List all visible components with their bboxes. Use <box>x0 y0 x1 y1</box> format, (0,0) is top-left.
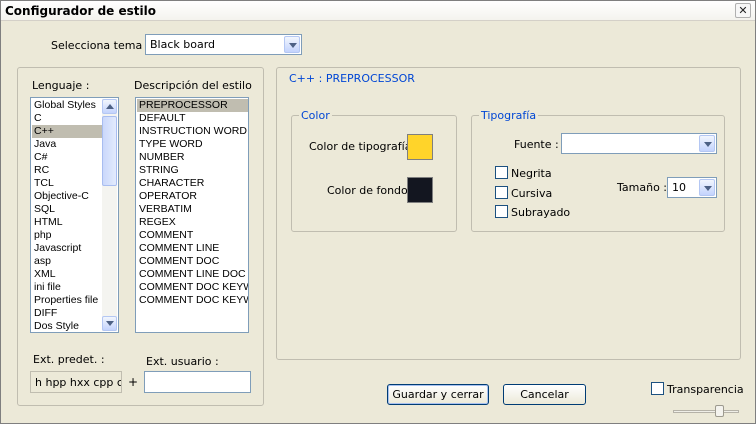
style-list-item[interactable]: STRING <box>137 164 248 177</box>
bold-checkbox[interactable] <box>495 166 508 179</box>
style-list-item[interactable]: CHARACTER <box>137 177 248 190</box>
language-list-item[interactable]: ini file <box>32 281 102 294</box>
language-list-item[interactable]: C++ <box>32 125 102 138</box>
language-list-item[interactable]: Properties file <box>32 294 102 307</box>
style-list-item[interactable]: TYPE WORD <box>137 138 248 151</box>
size-value: 10 <box>672 181 686 194</box>
fg-color-label: Color de tipografía <box>309 140 412 153</box>
color-group: Color <box>291 109 457 232</box>
language-list-item[interactable]: DIFF <box>32 307 102 320</box>
close-button[interactable]: ✕ <box>735 3 751 18</box>
language-list-item[interactable]: asp <box>32 255 102 268</box>
save-close-button[interactable]: Guardar y cerrar <box>387 384 489 405</box>
default-ext-field: h hpp hxx cpp cxx cc <box>30 371 122 393</box>
theme-value: Black board <box>150 38 216 51</box>
style-list-item[interactable]: COMMENT DOC KEYWORD <box>137 281 248 294</box>
style-list-item[interactable]: PREPROCESSOR <box>137 99 248 112</box>
bg-color-label: Color de fondo <box>327 184 408 197</box>
default-ext-value: h hpp hxx cpp cxx cc <box>35 376 121 389</box>
style-list-item[interactable]: NUMBER <box>137 151 248 164</box>
color-group-title: Color <box>299 109 332 122</box>
underline-checkbox[interactable] <box>495 205 508 218</box>
size-label: Tamaño : <box>617 181 667 194</box>
detail-header: C++ : PREPROCESSOR <box>289 72 415 85</box>
style-list-item[interactable]: REGEX <box>137 216 248 229</box>
bold-label: Negrita <box>511 167 552 180</box>
italic-checkbox[interactable] <box>495 186 508 199</box>
cancel-button[interactable]: Cancelar <box>503 384 586 405</box>
style-configurator-window: Configurador de estilo ✕ Selecciona tema… <box>0 0 756 424</box>
language-list-item[interactable]: RC <box>32 164 102 177</box>
font-label: Fuente : <box>514 138 559 151</box>
language-list-item[interactable]: HTML <box>32 216 102 229</box>
language-list-item[interactable]: Global Styles <box>32 99 102 112</box>
style-list-item[interactable]: INSTRUCTION WORD <box>137 125 248 138</box>
language-list-item[interactable]: Dos Style <box>32 320 102 332</box>
scroll-down-icon[interactable] <box>102 316 117 331</box>
chevron-down-icon[interactable] <box>699 179 715 196</box>
language-list-item[interactable]: php <box>32 229 102 242</box>
style-list-item[interactable]: OPERATOR <box>137 190 248 203</box>
style-list-item[interactable]: COMMENT LINE DOC <box>137 268 248 281</box>
transparency-slider-handle[interactable] <box>715 405 724 417</box>
style-list-item[interactable]: COMMENT <box>137 229 248 242</box>
user-ext-label: Ext. usuario : <box>146 355 219 368</box>
style-description-label: Descripción del estilo <box>134 79 252 92</box>
size-select[interactable]: 10 <box>667 177 717 198</box>
underline-label: Subrayado <box>511 206 571 219</box>
style-list-item[interactable]: DEFAULT <box>137 112 248 125</box>
theme-label: Selecciona tema : <box>51 39 150 52</box>
user-ext-input[interactable] <box>144 371 251 393</box>
bg-color-swatch[interactable] <box>407 177 433 203</box>
language-list-item[interactable]: TCL <box>32 177 102 190</box>
language-list[interactable]: Global Styles C C++ Java C# RC TCL Objective-C S… <box>30 97 119 333</box>
scroll-up-icon[interactable] <box>102 99 117 114</box>
transparency-slider-track[interactable] <box>673 410 739 413</box>
fg-color-swatch[interactable] <box>407 134 433 160</box>
style-list-item[interactable]: VERBATIM <box>137 203 248 216</box>
typography-group-title: Tipografía <box>479 109 539 122</box>
style-list[interactable]: PREPROCESSOR DEFAULT INSTRUCTION WORD TYPE … <box>135 97 249 333</box>
chevron-down-icon[interactable] <box>699 135 715 152</box>
style-list-item[interactable]: COMMENT DOC KEYWORD ERROR <box>137 294 248 307</box>
style-list-item[interactable]: COMMENT LINE <box>137 242 248 255</box>
language-list-item[interactable]: Javascript <box>32 242 102 255</box>
language-list-item[interactable]: XML <box>32 268 102 281</box>
transparency-checkbox[interactable] <box>651 382 664 395</box>
language-list-item[interactable]: C <box>32 112 102 125</box>
scroll-thumb[interactable] <box>102 116 117 186</box>
language-scrollbar[interactable] <box>102 99 117 331</box>
window-title: Configurador de estilo <box>5 4 156 18</box>
language-list-item[interactable]: Java <box>32 138 102 151</box>
style-list-item[interactable]: COMMENT DOC <box>137 255 248 268</box>
transparency-label: Transparencia <box>667 383 744 396</box>
plus-sign: + <box>128 375 139 389</box>
default-ext-label: Ext. predet. : <box>33 353 105 366</box>
language-list-item[interactable]: SQL <box>32 203 102 216</box>
font-select[interactable] <box>561 133 717 154</box>
language-list-item[interactable]: Objective-C <box>32 190 102 203</box>
title-bar[interactable]: Configurador de estilo ✕ <box>1 1 755 21</box>
italic-label: Cursiva <box>511 187 553 200</box>
language-label: Lenguaje : <box>32 79 90 92</box>
chevron-down-icon[interactable] <box>284 36 300 53</box>
language-list-item[interactable]: C# <box>32 151 102 164</box>
theme-select[interactable]: Black board <box>145 34 302 55</box>
